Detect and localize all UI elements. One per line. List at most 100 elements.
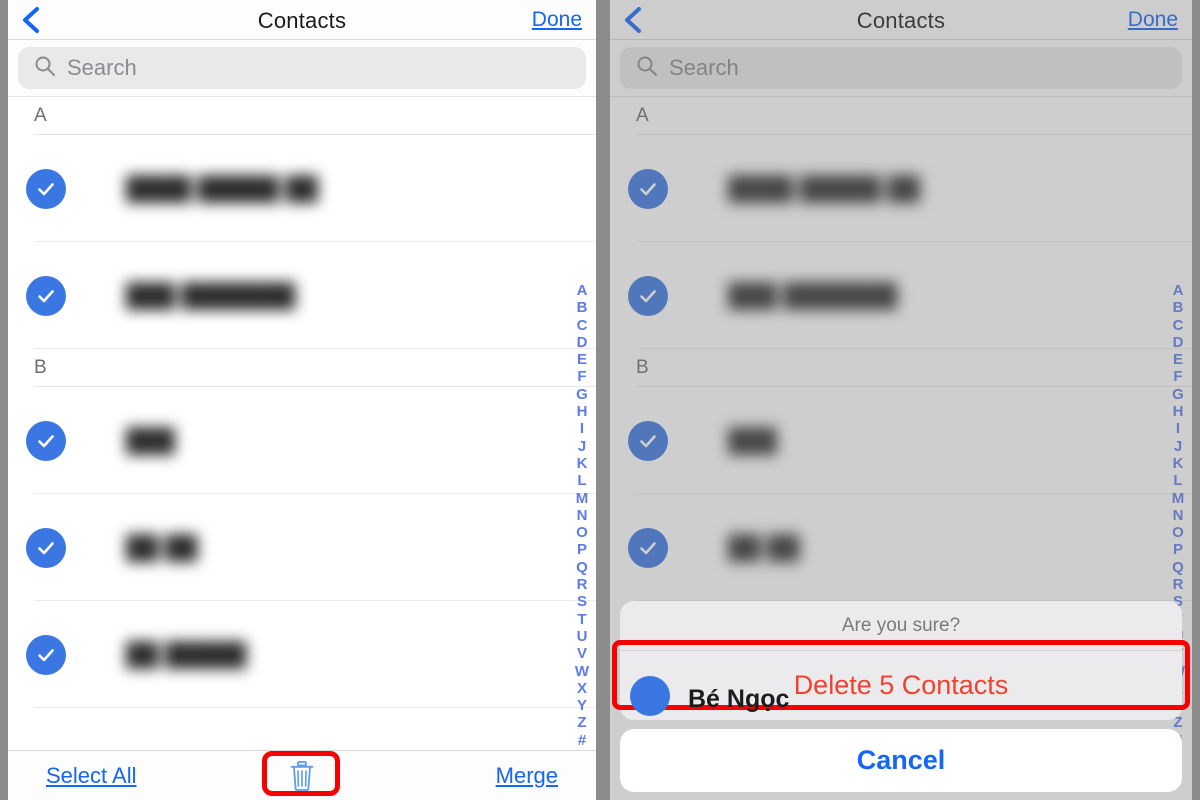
contacts-list[interactable]: A ████ █████ ██ ███ ███████ B ███ ██ ██ …: [8, 97, 596, 750]
alphabet-index-letter: K: [1172, 454, 1184, 472]
alphabet-index-letter: N: [1172, 506, 1184, 524]
alphabet-index-letter[interactable]: D: [577, 334, 588, 351]
alphabet-index-letter[interactable]: E: [577, 351, 587, 368]
search-icon: [636, 55, 658, 82]
checkmark-icon[interactable]: [26, 420, 66, 461]
trash-icon[interactable]: [283, 757, 321, 795]
checkmark-icon: [628, 527, 668, 568]
list-item: ████ █████ ██: [610, 135, 1192, 242]
alphabet-index-letter[interactable]: C: [577, 317, 588, 334]
alphabet-index-letter[interactable]: B: [577, 299, 588, 316]
alphabet-index-letter[interactable]: J: [578, 438, 586, 455]
alphabet-index-letter[interactable]: N: [577, 507, 588, 524]
alphabet-index-letter: Q: [1172, 558, 1184, 576]
alphabet-index-letter[interactable]: G: [576, 386, 588, 403]
alphabet-index-letter: D: [1172, 333, 1184, 351]
search-placeholder: Search: [669, 55, 739, 80]
search-input[interactable]: Search: [620, 47, 1182, 89]
alphabet-index-letter: G: [1172, 385, 1184, 403]
checkmark-icon[interactable]: [26, 168, 66, 209]
action-sheet-title: Are you sure?: [620, 601, 1182, 651]
alphabet-index-letter[interactable]: Z: [577, 714, 586, 731]
alphabet-index-letter: R: [1172, 576, 1184, 594]
alphabet-index-letter: O: [1172, 524, 1184, 542]
checkmark-icon[interactable]: [26, 275, 66, 316]
alphabet-index-letter: P: [1172, 541, 1183, 559]
contact-name: ███ ███████: [728, 282, 898, 308]
done-button[interactable]: Done: [1128, 8, 1178, 32]
alphabet-index-letter[interactable]: A: [577, 282, 588, 299]
checkmark-icon: [628, 275, 668, 316]
checkmark-icon: [630, 676, 670, 716]
contact-name-behind-sheet: Bé Ngọc: [688, 685, 790, 713]
search-bar-container: Search: [8, 40, 596, 97]
alphabet-index-letter[interactable]: K: [577, 455, 588, 472]
page-title: Contacts: [257, 8, 347, 33]
alphabet-index-letter[interactable]: H: [577, 403, 588, 420]
alphabet-index-letter[interactable]: M: [576, 490, 589, 507]
cancel-button[interactable]: Cancel: [620, 729, 1182, 792]
alphabet-index-letter: F: [1173, 368, 1183, 386]
contact-name: ██ ██: [728, 534, 800, 560]
list-item: ███ ███████: [610, 242, 1192, 349]
alphabet-index-letter[interactable]: F: [577, 368, 586, 385]
merge-button[interactable]: Merge: [496, 763, 558, 789]
alphabet-index-letter[interactable]: X: [577, 680, 587, 697]
contact-name: ████ █████ ██: [728, 175, 921, 201]
list-item[interactable]: ██ █████: [8, 601, 596, 708]
list-item: ███: [610, 387, 1192, 494]
search-input[interactable]: Search: [18, 47, 586, 89]
list-item: ██ ██: [610, 494, 1192, 601]
checkmark-icon: [628, 420, 668, 461]
contacts-screen-left: Contacts Done Search A ████ █████ ██ ███…: [8, 0, 596, 800]
alphabet-index-letter: H: [1172, 403, 1184, 421]
alphabet-index-letter: I: [1175, 420, 1181, 438]
alphabet-index-letter: E: [1172, 351, 1183, 369]
alphabet-index-letter: J: [1173, 437, 1183, 455]
navigation-bar: Contacts Done: [8, 0, 596, 40]
section-header-b: B: [8, 349, 596, 387]
contact-name: ██ ██: [126, 534, 198, 560]
alphabet-index-letter[interactable]: Y: [577, 697, 587, 714]
alphabet-index-letter[interactable]: O: [576, 524, 588, 541]
alphabet-index-letter[interactable]: Q: [576, 559, 588, 576]
checkmark-icon[interactable]: [26, 634, 66, 675]
contact-name: ██ █████: [126, 641, 247, 667]
alphabet-index[interactable]: A B C D E F G H I J K L M N O P Q R S T U V W X Y Z #: [571, 282, 593, 749]
checkmark-icon: [628, 168, 668, 209]
alphabet-index-letter[interactable]: I: [580, 420, 584, 437]
alphabet-index-letter[interactable]: U: [577, 628, 588, 645]
list-item[interactable]: ██ ██: [8, 494, 596, 601]
list-item[interactable]: ███: [8, 387, 596, 494]
contact-name: ███: [126, 427, 175, 453]
contact-name: ████ █████ ██: [126, 175, 319, 201]
alphabet-index-letter: B: [1172, 299, 1184, 317]
alphabet-index-letter[interactable]: L: [577, 472, 586, 489]
alphabet-index-letter[interactable]: V: [577, 645, 587, 662]
alphabet-index-letter[interactable]: W: [575, 663, 589, 680]
alphabet-index-letter[interactable]: T: [577, 611, 586, 628]
alphabet-index-letter: M: [1171, 489, 1185, 507]
done-button[interactable]: Done: [532, 8, 582, 32]
search-bar-container: Search: [610, 40, 1192, 97]
bottom-toolbar: Select All Merge: [8, 750, 596, 800]
search-icon: [34, 55, 56, 82]
list-item[interactable]: ███ ███████: [8, 242, 596, 349]
alphabet-index-letter[interactable]: P: [577, 541, 587, 558]
select-all-button[interactable]: Select All: [46, 763, 137, 789]
alphabet-index-letter[interactable]: R: [577, 576, 588, 593]
section-header-a: A: [610, 97, 1192, 135]
navigation-bar: Contacts Done: [610, 0, 1192, 40]
alphabet-index-letter[interactable]: S: [577, 593, 587, 610]
checkmark-icon[interactable]: [26, 527, 66, 568]
section-header-b: B: [610, 349, 1192, 387]
list-item[interactable]: ████ █████ ██: [8, 135, 596, 242]
alphabet-index-letter: C: [1172, 316, 1184, 334]
screenshot-stage: Contacts Done Search A ████ █████ ██ ███…: [0, 0, 1200, 800]
contacts-screen-right: Contacts Done Search A ████ █████ ██ ███…: [610, 0, 1192, 800]
alphabet-index-letter[interactable]: #: [578, 732, 586, 749]
section-header-a: A: [8, 97, 596, 135]
alphabet-index-letter: A: [1172, 282, 1184, 299]
alphabet-index-letter: L: [1173, 472, 1183, 490]
page-title: Contacts: [856, 8, 946, 33]
